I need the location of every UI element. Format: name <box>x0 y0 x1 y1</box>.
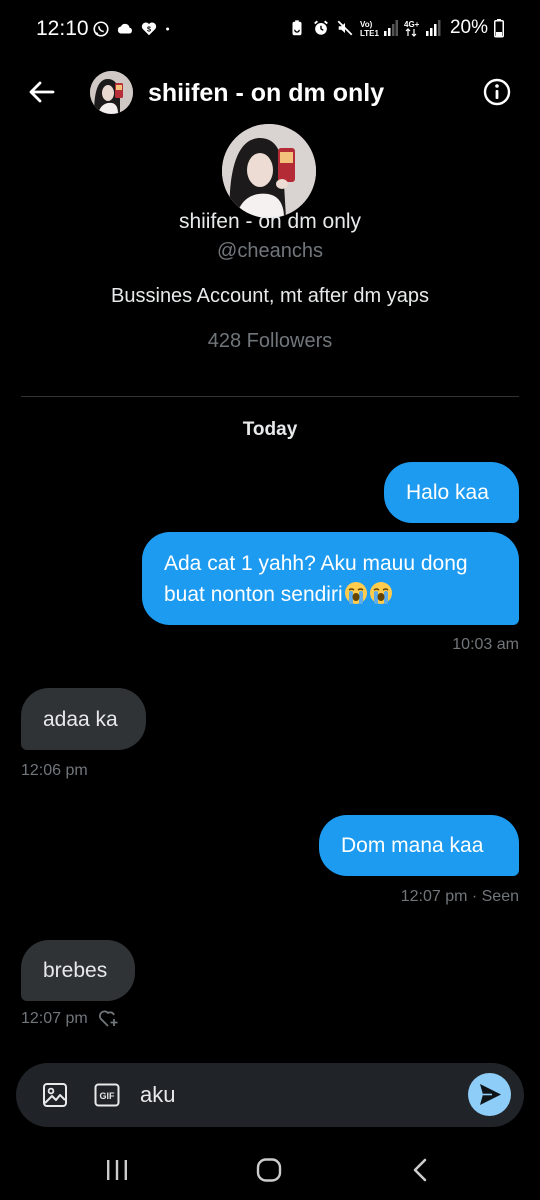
message-text: brebes <box>43 959 108 982</box>
profile-avatar[interactable] <box>222 124 316 218</box>
system-navigation-bar <box>0 1140 540 1200</box>
divider <box>21 396 519 397</box>
battery-saver-icon <box>292 20 302 36</box>
message-text-line-2: buat nonton sendiri <box>164 579 497 610</box>
message-text-line: Ada cat 1 yahh? Aku mauu dong <box>164 552 468 575</box>
message-text: Halo kaa <box>406 481 489 504</box>
nav-back-icon[interactable] <box>410 1158 432 1182</box>
info-icon[interactable] <box>482 77 512 107</box>
message-bubble-outgoing[interactable]: Dom mana kaa <box>319 815 519 876</box>
home-icon[interactable] <box>256 1158 282 1182</box>
alarm-icon <box>314 20 328 35</box>
header-title: shiifen - on dm only <box>148 79 385 107</box>
dot-icon <box>166 27 170 31</box>
message-timestamp: 12:07 pm <box>21 1010 88 1027</box>
message-bubble-outgoing[interactable]: Ada cat 1 yahh? Aku mauu dong buat nonto… <box>142 532 519 625</box>
send-button[interactable] <box>468 1073 511 1116</box>
message-input[interactable] <box>140 1079 460 1111</box>
image-icon[interactable] <box>42 1082 68 1108</box>
svg-text:Vo): Vo) <box>360 20 373 29</box>
profile-handle: @cheanchs <box>217 240 323 262</box>
svg-text:GIF: GIF <box>100 1091 116 1101</box>
followers-count[interactable]: 428 Followers <box>0 330 540 353</box>
loudly-crying-face-emoji <box>369 582 392 604</box>
cloud-icon <box>117 23 132 34</box>
whatsapp-icon <box>93 21 109 37</box>
loudly-crying-face-emoji <box>344 582 367 604</box>
profile-bio: Bussines Account, mt after dm yaps <box>111 285 429 307</box>
mute-icon <box>337 20 353 36</box>
recent-apps-icon[interactable] <box>104 1159 130 1181</box>
volte-signal-icon: Vo)LTE1 <box>360 20 398 38</box>
message-bubble-incoming[interactable]: adaa ka <box>21 688 146 750</box>
message-text: Dom mana kaa <box>341 834 484 857</box>
status-bar: 12:10 $ Vo) LTE1 4G+ 20% <box>0 0 540 62</box>
message-text: adaa ka <box>43 707 118 731</box>
profile-name: shiifen - on dm only <box>178 210 362 233</box>
battery-icon <box>494 19 504 38</box>
add-reaction-heart-icon[interactable] <box>98 1009 120 1029</box>
header-avatar[interactable] <box>90 71 133 114</box>
4g-signal-icon: 4G+ <box>404 20 441 37</box>
back-arrow-icon[interactable] <box>26 76 58 108</box>
conversation-header: shiifen - on dm only <box>0 62 540 124</box>
message-timestamp: 12:07 pm · Seen <box>400 888 519 905</box>
gif-icon[interactable]: GIF <box>94 1083 120 1107</box>
battery-percent: 20% <box>449 17 488 38</box>
avatar-image <box>90 71 133 114</box>
svg-text:4G+: 4G+ <box>404 20 420 29</box>
notification-icons: $ <box>92 20 176 38</box>
svg-text:$: $ <box>147 25 151 34</box>
message-text: buat nonton sendiri <box>164 583 343 606</box>
message-timestamp: 12:06 pm <box>21 762 88 779</box>
system-status-icons: Vo) LTE1 4G+ 20% <box>288 17 504 39</box>
dollar-heart-icon: $ <box>141 22 157 36</box>
message-timestamp: 10:03 am <box>452 636 519 653</box>
message-meta: 12:07 pm <box>21 1009 120 1029</box>
status-time: 12:10 <box>36 17 89 40</box>
day-separator: Today <box>242 419 298 440</box>
svg-text:LTE1: LTE1 <box>360 29 380 38</box>
message-bubble-incoming[interactable]: brebes <box>21 940 135 1001</box>
send-icon <box>480 1084 501 1105</box>
message-bubble-outgoing[interactable]: Halo kaa <box>384 462 519 523</box>
avatar-image <box>222 124 316 218</box>
message-composer: GIF <box>16 1063 524 1127</box>
